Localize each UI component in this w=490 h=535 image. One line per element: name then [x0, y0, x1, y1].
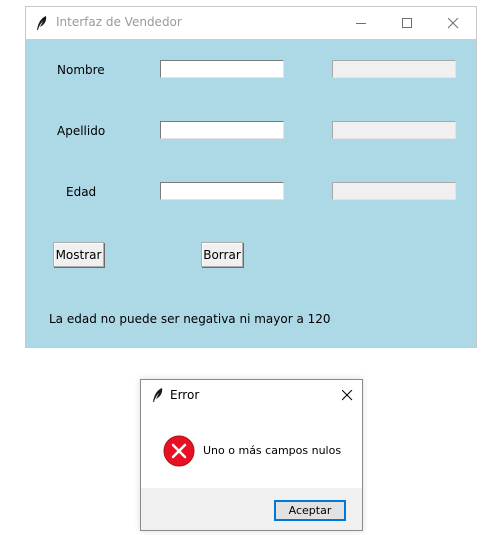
dialog-footer: Aceptar [141, 488, 362, 530]
close-icon [341, 390, 352, 401]
close-button[interactable] [431, 7, 476, 39]
age-input[interactable] [160, 182, 284, 200]
first-name-input[interactable] [160, 60, 284, 78]
window-title: Interfaz de Vendedor [56, 15, 182, 29]
main-window: Interfaz de Vendedor Nombre Apellido Eda… [25, 6, 477, 348]
error-message: Uno o más campos nulos [203, 444, 342, 457]
last-name-label: Apellido [57, 124, 106, 138]
title-bar[interactable]: Interfaz de Vendedor [26, 7, 476, 39]
form-area: Nombre Apellido Edad Mostrar Borrar La e… [26, 39, 476, 347]
dialog-body: Uno o más campos nulos [141, 411, 362, 488]
accept-button[interactable]: Aceptar [274, 500, 346, 521]
close-icon [448, 17, 459, 28]
feather-icon [153, 388, 163, 402]
show-button[interactable]: Mostrar [53, 242, 104, 267]
last-name-output[interactable] [332, 121, 456, 139]
dialog-close-button[interactable] [332, 380, 362, 411]
maximize-icon [402, 17, 412, 28]
dialog-title-bar[interactable]: Error [141, 380, 362, 411]
first-name-label: Nombre [57, 63, 105, 77]
last-name-input[interactable] [160, 121, 284, 139]
first-name-output[interactable] [332, 60, 456, 78]
error-icon [163, 435, 195, 467]
error-dialog: Error Uno o más campos nulos Aceptar [140, 379, 363, 531]
feather-icon [37, 16, 47, 30]
minimize-button[interactable] [339, 7, 384, 39]
age-label: Edad [66, 185, 97, 199]
dialog-title: Error [170, 388, 200, 402]
validation-message: La edad no puede ser negativa ni mayor a… [49, 312, 331, 326]
maximize-button[interactable] [385, 7, 430, 39]
clear-button[interactable]: Borrar [201, 242, 243, 267]
age-output[interactable] [332, 182, 456, 200]
minimize-icon [356, 22, 366, 24]
